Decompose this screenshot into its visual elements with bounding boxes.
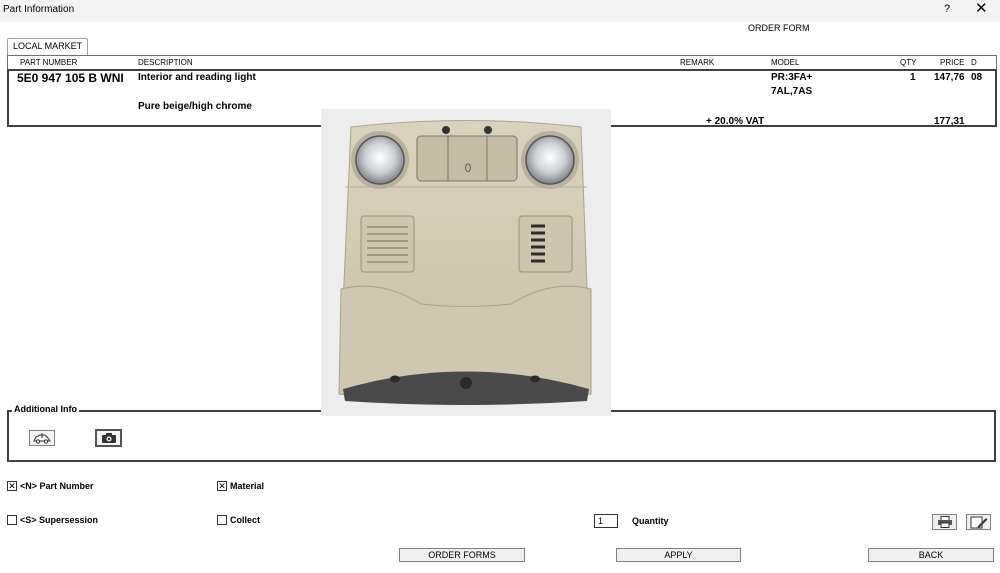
window-title: Part Information <box>3 4 75 15</box>
model-cell-line1: PR:3FA+ <box>771 72 813 83</box>
order-form-heading: ORDER FORM <box>748 23 810 33</box>
d-cell: 08 <box>971 72 983 83</box>
model-cell-line2: 7AL,7AS <box>771 86 813 97</box>
order-forms-button[interactable]: ORDER FORMS <box>399 548 525 562</box>
help-button[interactable]: ? <box>944 3 950 15</box>
collect-option-label: Collect <box>230 515 261 525</box>
material-checkbox[interactable]: ✕ <box>217 481 227 491</box>
header-model: MODEL <box>771 58 800 67</box>
close-button[interactable]: ✕ <box>975 1 988 16</box>
quantity-input[interactable]: 1 <box>594 514 618 528</box>
collect-option[interactable]: Collect <box>217 515 260 525</box>
photo-button-label: 0 <box>465 161 472 175</box>
header-price: PRICE <box>940 58 965 67</box>
camera-icon[interactable] <box>95 429 122 447</box>
vat-price: 177,31 <box>934 116 965 127</box>
print-icon[interactable] <box>932 514 957 530</box>
back-button[interactable]: BACK <box>868 548 994 562</box>
part-number-option-label: <N> Part Number <box>20 481 94 491</box>
collect-checkbox[interactable] <box>217 515 227 525</box>
supersession-checkbox[interactable] <box>7 515 17 525</box>
material-option[interactable]: ✕ Material <box>217 481 264 491</box>
part-number-cell[interactable]: 5E0 947 105 B WNI <box>17 71 124 85</box>
color-cell: Pure beige/high chrome <box>138 101 252 112</box>
header-remark: REMARK <box>680 58 715 67</box>
header-part-number: PART NUMBER <box>20 58 78 67</box>
table-header: PART NUMBER DESCRIPTION REMARK MODEL QTY… <box>7 55 997 69</box>
title-bar: Part Information ? ✕ <box>0 0 1000 22</box>
supersession-option[interactable]: <S> Supersession <box>7 515 98 525</box>
quantity-label: Quantity <box>632 516 669 526</box>
additional-info-label: Additional Info <box>12 404 79 414</box>
tab-local-market[interactable]: LOCAL MARKET <box>7 38 89 55</box>
header-d: D <box>971 58 977 67</box>
price-cell: 147,76 <box>934 72 965 83</box>
edit-icon[interactable] <box>966 514 991 530</box>
header-qty: QTY <box>900 58 917 67</box>
additional-info-box: Additional Info <box>7 404 996 462</box>
part-photo: 0 <box>321 109 611 416</box>
part-number-option[interactable]: ✕ <N> Part Number <box>7 481 94 491</box>
apply-button[interactable]: APPLY <box>616 548 741 562</box>
material-option-label: Material <box>230 481 265 491</box>
car-diagram-icon[interactable] <box>29 430 55 446</box>
supersession-option-label: <S> Supersession <box>20 515 99 525</box>
description-cell: Interior and reading light <box>138 72 256 83</box>
vat-label: + 20.0% VAT <box>706 116 765 127</box>
header-description: DESCRIPTION <box>138 58 193 67</box>
qty-cell: 1 <box>910 72 916 83</box>
part-number-checkbox[interactable]: ✕ <box>7 481 17 491</box>
